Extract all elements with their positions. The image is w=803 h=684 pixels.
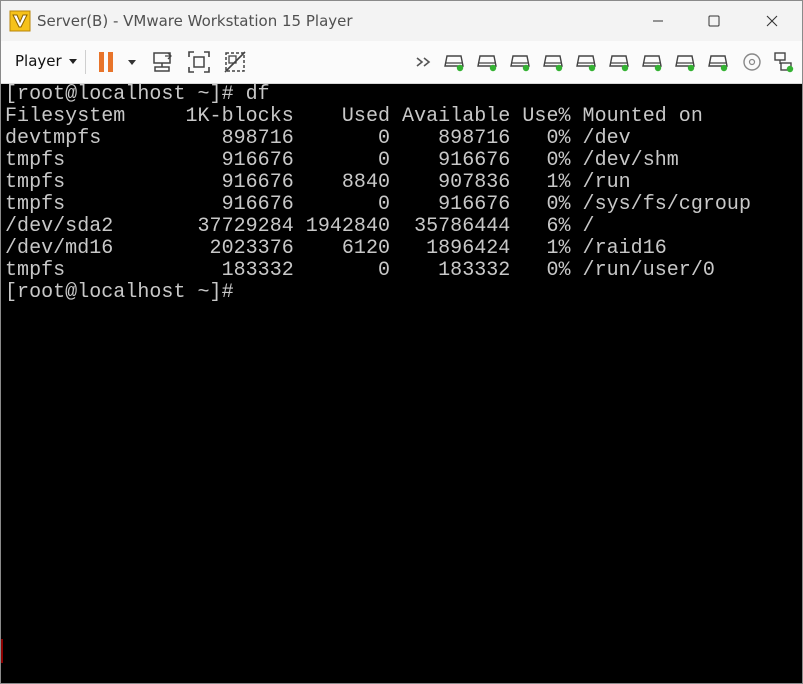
- cd-dvd-button[interactable]: [740, 50, 764, 74]
- toolbar: Player: [1, 41, 802, 84]
- minimize-icon: [653, 20, 663, 22]
- fit-guest-button[interactable]: [187, 50, 211, 74]
- pause-button[interactable]: [95, 50, 119, 74]
- terminal-line: tmpfs 916676 8840 907836 1% /run: [5, 171, 631, 194]
- send-ctrl-alt-del-button[interactable]: [151, 50, 175, 74]
- toolbar-separator: [85, 50, 86, 74]
- hard-disk-icon: [675, 55, 695, 72]
- send-keys-icon: [153, 52, 172, 72]
- unity-icon: [224, 51, 246, 73]
- hard-disk-1-button[interactable]: [443, 50, 467, 74]
- network-adapter-icon: [774, 52, 794, 73]
- terminal-line: devtmpfs 898716 0 898716 0% /dev: [5, 127, 631, 150]
- title-bar[interactable]: Server(B) - VMware Workstation 15 Player: [1, 1, 802, 41]
- cd-dvd-icon: [743, 53, 761, 71]
- hard-disk-icon: [642, 55, 662, 72]
- terminal-line: /dev/md16 2023376 6120 1896424 1% /raid1…: [5, 237, 667, 260]
- hard-disk-7-button[interactable]: [641, 50, 665, 74]
- hard-disk-2-button[interactable]: [476, 50, 500, 74]
- vmware-player-icon: [9, 10, 31, 32]
- minimize-button[interactable]: [629, 1, 687, 41]
- chevron-down-icon: [68, 58, 77, 64]
- terminal-line-prompt-command: [root@localhost ~]# df: [5, 84, 270, 106]
- pause-icon: [99, 52, 113, 72]
- hard-disk-icon: [477, 55, 497, 72]
- hard-disk-4-button[interactable]: [542, 50, 566, 74]
- terminal-line: /dev/sda2 37729284 1942840 35786444 6% /: [5, 215, 595, 238]
- pause-options-button[interactable]: [125, 50, 139, 74]
- fit-guest-icon: [188, 51, 210, 73]
- hard-disk-icon: [510, 55, 530, 72]
- hard-disk-icon: [609, 55, 629, 72]
- expand-devices-button[interactable]: [413, 50, 437, 74]
- hard-disk-3-button[interactable]: [509, 50, 533, 74]
- hard-disk-icon: [576, 55, 596, 72]
- hard-disk-6-button[interactable]: [608, 50, 632, 74]
- vm-console[interactable]: [root@localhost ~]# df Filesystem 1K-blo…: [1, 84, 802, 683]
- chevron-down-icon: [128, 60, 136, 65]
- hard-disk-5-button[interactable]: [575, 50, 599, 74]
- console-edge-marker: [1, 639, 3, 663]
- maximize-button[interactable]: [685, 1, 743, 41]
- player-menu-label: Player: [15, 52, 62, 70]
- terminal-line-header: Filesystem 1K-blocks Used Available Use%…: [5, 105, 703, 128]
- maximize-icon: [708, 15, 720, 27]
- close-icon: [766, 15, 778, 27]
- hard-disk-icon: [708, 55, 728, 72]
- hard-disk-icon: [543, 55, 563, 72]
- unity-button[interactable]: [223, 50, 247, 74]
- close-button[interactable]: [743, 1, 801, 41]
- terminal-line: tmpfs 183332 0 183332 0% /run/user/0: [5, 259, 715, 282]
- terminal-line: tmpfs 916676 0 916676 0% /dev/shm: [5, 149, 679, 172]
- network-adapter-button[interactable]: [772, 50, 796, 74]
- player-menu-button[interactable]: Player: [15, 52, 77, 70]
- terminal-line: tmpfs 916676 0 916676 0% /sys/fs/cgroup: [5, 193, 751, 216]
- terminal-line-prompt: [root@localhost ~]#: [5, 281, 234, 304]
- hard-disk-9-button[interactable]: [707, 50, 731, 74]
- hard-disk-8-button[interactable]: [674, 50, 698, 74]
- vmware-player-window: Server(B) - VMware Workstation 15 Player…: [0, 0, 803, 684]
- chevron-double-right-icon: [416, 57, 431, 67]
- hard-disk-icon: [444, 55, 464, 72]
- window-title: Server(B) - VMware Workstation 15 Player: [37, 12, 353, 30]
